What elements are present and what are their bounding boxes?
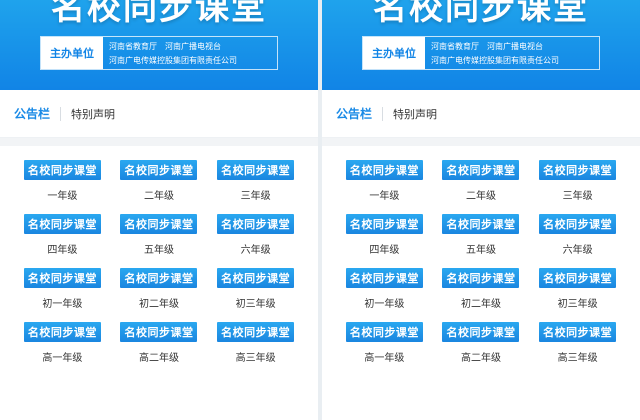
sponsor-box: 主办单位 河南省教育厅 河南广播电视台 河南广电传媒控股集团有限责任公司 [362,36,600,70]
grade-label: 二年级 [465,191,496,202]
grade-card-10[interactable]: 名校同步课堂高一年级 [14,322,111,364]
grade-label: 初二年级 [138,299,179,310]
grade-card-9[interactable]: 名校同步课堂初三年级 [529,268,626,310]
grade-label: 高三年级 [235,353,276,364]
grade-badge: 名校同步课堂 [539,268,617,288]
banner: 名校同步课堂 主办单位 河南省教育厅 河南广播电视台 河南广电传媒控股集团有限责… [322,0,640,90]
grade-label: 一年级 [47,191,78,202]
grade-badge: 名校同步课堂 [442,160,520,180]
grade-badge: 名校同步课堂 [23,322,101,342]
grade-badge: 名校同步课堂 [539,160,617,180]
grade-card-1[interactable]: 名校同步课堂 一年级 [336,160,433,202]
grade-label: 高二年级 [460,353,501,364]
notice-bar[interactable]: 公告栏 特别声明 [0,90,318,138]
grade-label: 高一年级 [42,353,83,364]
grade-label: 六年级 [240,245,271,256]
grade-badge: 名校同步课堂 [120,214,198,234]
panel-right: 名校同步课堂 主办单位 河南省教育厅 河南广播电视台 河南广电传媒控股集团有限责… [322,0,640,420]
grade-card-6[interactable]: 名校同步课堂 六年级 [529,214,626,256]
grade-label: 初三年级 [235,299,276,310]
divider-band [322,138,640,146]
panel-left: 名校同步课堂 主办单位 河南省教育厅 河南广播电视台 河南广电传媒控股集团有限责… [0,0,318,420]
grade-badge: 名校同步课堂 [23,268,101,288]
grade-badge: 名校同步课堂 [345,322,423,342]
grade-label: 初三年级 [557,299,598,310]
grade-label: 六年级 [562,245,593,256]
grade-label: 初一年级 [364,299,405,310]
grade-badge: 名校同步课堂 [539,214,617,234]
grade-label: 四年级 [47,245,78,256]
grade-badge: 名校同步课堂 [217,268,295,288]
grade-badge: 名校同步课堂 [442,214,520,234]
grade-card-3[interactable]: 名校同步课堂 三年级 [529,160,626,202]
grade-label: 五年级 [143,245,174,256]
sponsor-box: 主办单位 河南省教育厅 河南广播电视台 河南广电传媒控股集团有限责任公司 [40,36,278,70]
grade-grid: 名校同步课堂 一年级 名校同步课堂 二年级 名校同步课堂 三年级 名校同步课堂 四年级 … [322,146,640,364]
grade-badge: 名校同步课堂 [345,268,423,288]
notice-link[interactable]: 特别声明 [61,106,115,122]
grade-card-7[interactable]: 名校同步课堂初一年级 [336,268,433,310]
grade-badge: 名校同步课堂 [442,268,520,288]
sponsor-lines: 河南省教育厅 河南广播电视台 河南广电传媒控股集团有限责任公司 [103,37,277,69]
sponsor-line-1: 河南省教育厅 河南广播电视台 [431,41,543,51]
grade-label: 三年级 [562,191,593,202]
grade-badge: 名校同步课堂 [120,160,198,180]
grade-badge: 名校同步课堂 [217,160,295,180]
grade-card-12[interactable]: 名校同步课堂高三年级 [529,322,626,364]
notice-bar[interactable]: 公告栏 特别声明 [322,90,640,138]
grade-label: 四年级 [369,245,400,256]
grade-card-10[interactable]: 名校同步课堂高一年级 [336,322,433,364]
grade-label: 高一年级 [364,353,405,364]
grade-card-3[interactable]: 名校同步课堂 三年级 [207,160,304,202]
screen: 名校同步课堂 主办单位 河南省教育厅 河南广播电视台 河南广电传媒控股集团有限责… [0,0,640,420]
grade-badge: 名校同步课堂 [217,322,295,342]
grade-badge: 名校同步课堂 [23,214,101,234]
grade-badge: 名校同步课堂 [539,322,617,342]
grade-label: 一年级 [369,191,400,202]
grade-card-11[interactable]: 名校同步课堂高二年级 [433,322,530,364]
sponsor-label: 主办单位 [41,37,103,69]
sponsor-line-1: 河南省教育厅 河南广播电视台 [109,41,221,51]
grade-card-4[interactable]: 名校同步课堂 四年级 [14,214,111,256]
sponsor-line-2: 河南广电传媒控股集团有限责任公司 [109,55,237,65]
grade-card-9[interactable]: 名校同步课堂初三年级 [207,268,304,310]
divider-band [0,138,318,146]
banner-title: 名校同步课堂 [51,0,267,28]
notice-title: 公告栏 [336,106,384,121]
grade-card-8[interactable]: 名校同步课堂初二年级 [433,268,530,310]
grade-label: 五年级 [465,245,496,256]
grade-badge: 名校同步课堂 [120,268,198,288]
grade-card-12[interactable]: 名校同步课堂高三年级 [207,322,304,364]
grade-label: 初二年级 [460,299,501,310]
grade-badge: 名校同步课堂 [120,322,198,342]
grade-label: 高二年级 [138,353,179,364]
grade-badge: 名校同步课堂 [442,322,520,342]
notice-title: 公告栏 [14,106,62,121]
grade-card-8[interactable]: 名校同步课堂初二年级 [111,268,208,310]
grade-card-5[interactable]: 名校同步课堂 五年级 [111,214,208,256]
grade-card-7[interactable]: 名校同步课堂初一年级 [14,268,111,310]
grade-badge: 名校同步课堂 [345,214,423,234]
grade-label: 二年级 [143,191,174,202]
grade-badge: 名校同步课堂 [217,214,295,234]
grade-card-2[interactable]: 名校同步课堂 二年级 [111,160,208,202]
grade-badge: 名校同步课堂 [345,160,423,180]
sponsor-lines: 河南省教育厅 河南广播电视台 河南广电传媒控股集团有限责任公司 [425,37,599,69]
grade-grid: 名校同步课堂 一年级 名校同步课堂 二年级 名校同步课堂 三年级 名校同步课堂 四年级 … [0,146,318,364]
sponsor-label: 主办单位 [363,37,425,69]
grade-label: 三年级 [240,191,271,202]
notice-link[interactable]: 特别声明 [383,106,437,122]
grade-card-11[interactable]: 名校同步课堂高二年级 [111,322,208,364]
banner: 名校同步课堂 主办单位 河南省教育厅 河南广播电视台 河南广电传媒控股集团有限责… [0,0,318,90]
sponsor-line-2: 河南广电传媒控股集团有限责任公司 [431,55,559,65]
grade-card-2[interactable]: 名校同步课堂 二年级 [433,160,530,202]
banner-title: 名校同步课堂 [373,0,589,28]
grade-card-4[interactable]: 名校同步课堂 四年级 [336,214,433,256]
grade-label: 初一年级 [42,299,83,310]
grade-card-5[interactable]: 名校同步课堂 五年级 [433,214,530,256]
grade-card-1[interactable]: 名校同步课堂 一年级 [14,160,111,202]
grade-card-6[interactable]: 名校同步课堂 六年级 [207,214,304,256]
grade-label: 高三年级 [557,353,598,364]
grade-badge: 名校同步课堂 [23,160,101,180]
